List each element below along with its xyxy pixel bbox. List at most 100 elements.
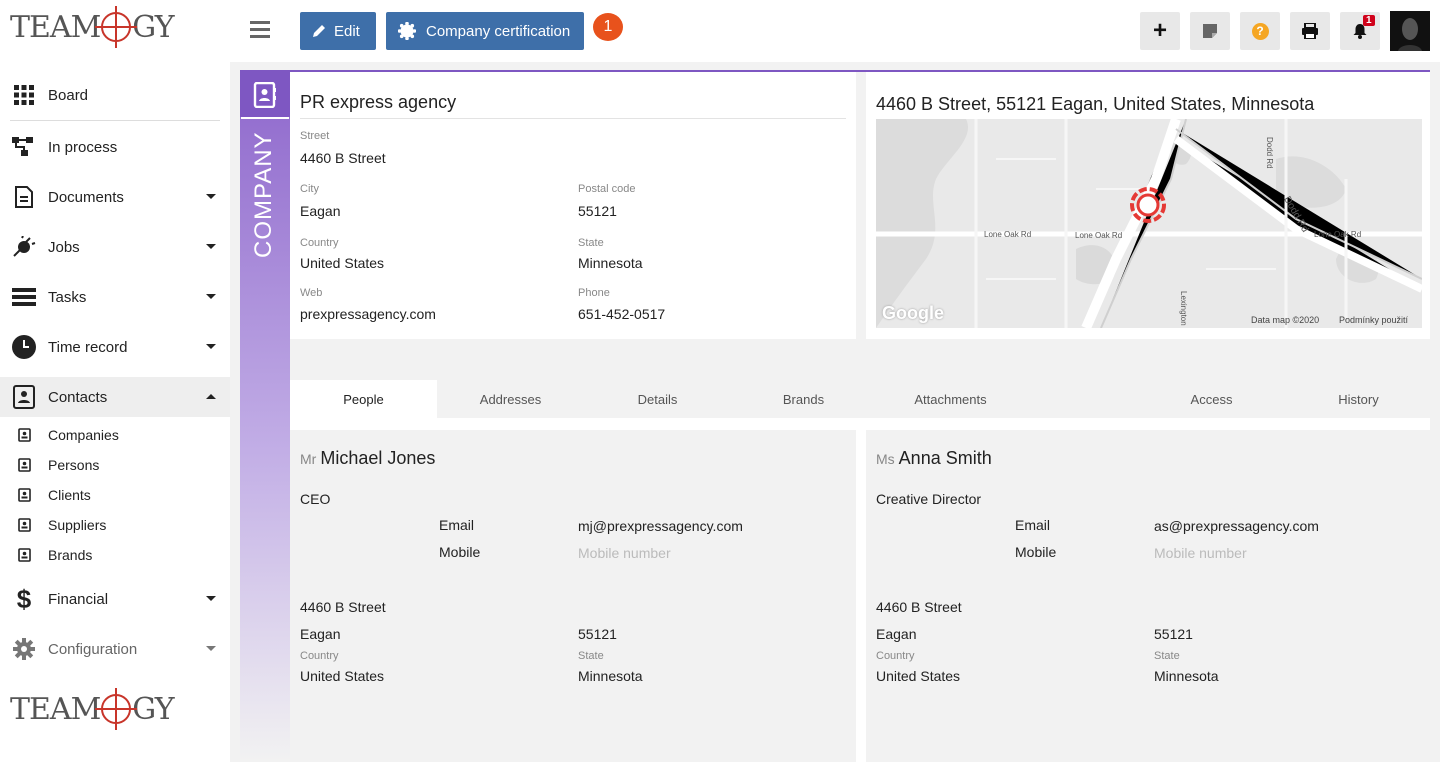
sidebar-item-label: Jobs bbox=[48, 238, 80, 256]
divider bbox=[10, 120, 220, 121]
person-state: Minnesota bbox=[578, 668, 643, 684]
chevron-down-icon bbox=[206, 596, 216, 601]
map-terms-link[interactable]: Podmínky použití bbox=[1339, 315, 1408, 325]
divider bbox=[300, 118, 846, 119]
certificate-seal-icon bbox=[398, 22, 416, 40]
chevron-down-icon bbox=[206, 194, 216, 199]
sidebar-item-tasks[interactable]: Tasks bbox=[0, 277, 230, 317]
clock-icon bbox=[0, 335, 48, 359]
person-country: United States bbox=[300, 668, 385, 684]
sidebar-item-label: Suppliers bbox=[48, 517, 107, 533]
sidebar-item-time-record[interactable]: Time record bbox=[0, 327, 230, 367]
phone-value[interactable]: 651-452-0517 bbox=[578, 306, 665, 322]
side-strip-divider bbox=[241, 117, 289, 119]
sidebar-item-jobs[interactable]: Jobs bbox=[0, 227, 230, 267]
person-street: 4460 B Street bbox=[876, 599, 962, 615]
country-value: United States bbox=[300, 255, 385, 271]
map[interactable]: Lone Oak Rd Lone Oak Rd Lone Oak Rd Dodd… bbox=[876, 119, 1422, 328]
contact-card-icon bbox=[0, 548, 48, 562]
sidebar-item-persons[interactable]: Persons bbox=[0, 450, 230, 480]
phone-label: Phone bbox=[578, 287, 610, 299]
printer-icon bbox=[1301, 23, 1319, 39]
sidebar-item-board[interactable]: Board bbox=[0, 75, 230, 115]
chevron-down-icon bbox=[206, 294, 216, 299]
print-button[interactable] bbox=[1290, 12, 1330, 50]
sidebar-item-label: Persons bbox=[48, 457, 100, 473]
web-link[interactable]: prexpressagency.com bbox=[300, 306, 436, 322]
top-toolbar: Edit Company certification 1 + ? 1 bbox=[230, 0, 1440, 62]
sidebar-item-in-process[interactable]: In process bbox=[0, 127, 230, 167]
sidebar-item-brands[interactable]: Brands bbox=[0, 540, 230, 570]
tab-attachments[interactable]: Attachments bbox=[877, 380, 1024, 418]
contacts-book-icon bbox=[240, 72, 290, 117]
help-button[interactable]: ? bbox=[1240, 12, 1280, 50]
notifications-button[interactable]: 1 bbox=[1340, 12, 1380, 50]
plus-icon: + bbox=[1152, 17, 1167, 44]
sidebar-item-clients[interactable]: Clients bbox=[0, 480, 230, 510]
mobile-field[interactable]: Mobile number bbox=[578, 545, 671, 561]
hamburger-menu-icon[interactable] bbox=[250, 21, 270, 38]
web-label: Web bbox=[300, 287, 323, 299]
postal-code-label: Postal code bbox=[578, 183, 636, 195]
email-link[interactable]: as@prexpressagency.com bbox=[1154, 518, 1319, 534]
dollar-icon: $ bbox=[16, 583, 32, 614]
sidebar-item-documents[interactable]: Documents bbox=[0, 177, 230, 217]
company-card: PR express agency Street 4460 B Street C… bbox=[290, 72, 856, 339]
tab-details[interactable]: Details bbox=[584, 380, 731, 418]
tab-access[interactable]: Access bbox=[1138, 380, 1285, 418]
document-icon bbox=[0, 186, 48, 208]
company-certification-button[interactable]: Company certification bbox=[386, 12, 584, 50]
sidebar-item-suppliers[interactable]: Suppliers bbox=[0, 510, 230, 540]
brand-logo[interactable]: TEAM GY bbox=[10, 6, 175, 48]
sidebar-item-configuration[interactable]: Configuration bbox=[0, 629, 230, 669]
country-label: Country bbox=[876, 650, 915, 662]
person-card[interactable]: Ms Anna Smith Creative Director Email as@… bbox=[866, 430, 1430, 762]
map-street-label: Dodd Rd bbox=[1265, 137, 1274, 169]
mobile-field[interactable]: Mobile number bbox=[1154, 545, 1247, 561]
notes-button[interactable] bbox=[1190, 12, 1230, 50]
tab-people[interactable]: People bbox=[290, 380, 437, 418]
gear-icon bbox=[0, 638, 48, 660]
sidebar-item-companies[interactable]: Companies bbox=[0, 420, 230, 450]
sidebar-item-financial[interactable]: $ Financial bbox=[0, 579, 230, 619]
person-state: Minnesota bbox=[1154, 668, 1219, 684]
contact-card-icon bbox=[0, 458, 48, 472]
person-card[interactable]: Mr Michael Jones CEO Email mj@prexpressag… bbox=[290, 430, 856, 762]
postal-code-value: 55121 bbox=[578, 203, 617, 219]
state-value: Minnesota bbox=[578, 255, 643, 271]
sidebar-item-label: Tasks bbox=[48, 288, 87, 306]
city-value: Eagan bbox=[300, 203, 341, 219]
map-street-label: Lone Oak Rd bbox=[1314, 230, 1362, 239]
email-label: Email bbox=[1015, 517, 1051, 533]
sidebar-item-contacts[interactable]: Contacts bbox=[0, 377, 230, 417]
person-city: Eagan bbox=[300, 626, 341, 642]
person-salutation: Ms bbox=[876, 451, 895, 467]
person-country: United States bbox=[876, 668, 961, 684]
city-label: City bbox=[300, 183, 319, 195]
company-side-label: COMPANY bbox=[250, 131, 277, 258]
map-address-title: 4460 B Street, 55121 Eagan, United State… bbox=[876, 94, 1315, 114]
company-name: PR express agency bbox=[300, 92, 457, 112]
tab-history[interactable]: History bbox=[1285, 380, 1432, 418]
mobile-label: Mobile bbox=[1015, 544, 1057, 560]
notification-count-badge: 1 bbox=[1363, 15, 1375, 26]
tab-brands[interactable]: Brands bbox=[730, 380, 877, 418]
mobile-label: Mobile bbox=[439, 544, 481, 560]
edit-button[interactable]: Edit bbox=[300, 12, 376, 50]
add-button[interactable]: + bbox=[1140, 12, 1180, 50]
person-name[interactable]: Anna Smith bbox=[899, 448, 992, 468]
person-postal: 55121 bbox=[578, 626, 617, 642]
email-link[interactable]: mj@prexpressagency.com bbox=[578, 518, 743, 534]
chevron-down-icon bbox=[206, 646, 216, 651]
user-avatar[interactable] bbox=[1390, 11, 1430, 51]
person-name[interactable]: Michael Jones bbox=[320, 448, 435, 468]
tab-addresses[interactable]: Addresses bbox=[437, 380, 584, 418]
street-value: 4460 B Street bbox=[300, 150, 386, 166]
sidebar-item-label: Contacts bbox=[48, 388, 108, 406]
certification-count-badge[interactable]: 1 bbox=[593, 13, 623, 41]
email-label: Email bbox=[439, 517, 475, 533]
person-salutation: Mr bbox=[300, 451, 317, 467]
contact-card-icon bbox=[0, 488, 48, 502]
country-label: Country bbox=[300, 650, 339, 662]
google-logo: Google bbox=[882, 303, 944, 323]
